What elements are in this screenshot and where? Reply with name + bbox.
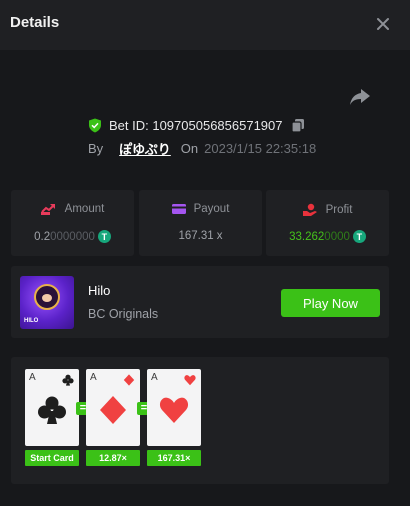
card-multiplier-chip: 167.31×: [147, 450, 201, 466]
thumbnail-logo-text: HILO: [24, 318, 39, 324]
card-rank: A: [29, 372, 36, 383]
profit-hand-icon: [302, 203, 317, 216]
copy-icon[interactable]: [290, 118, 305, 133]
bet-date: 2023/1/15 22:35:18: [204, 140, 317, 156]
verified-shield-icon: [89, 118, 101, 132]
close-icon[interactable]: [370, 11, 396, 37]
amount-value-trailing-zeros: 0000000: [50, 230, 95, 243]
share-icon[interactable]: [349, 87, 371, 107]
by-label: By: [88, 140, 104, 156]
amount-icon: [40, 204, 55, 215]
profit-stat: Profit 33.262 0000 T: [266, 190, 389, 256]
bet-id-line: Bet ID: 109705056856571907: [88, 116, 305, 134]
diamond-icon: [100, 396, 126, 424]
card-column: A 12.87×: [86, 369, 140, 466]
game-name: Hilo: [88, 283, 111, 298]
cards-panel: A Start Card = A 12.87× = A 167.31×: [11, 357, 389, 484]
bet-by-line: By ぽゆぷり On 2023/1/15 22:35:18: [88, 139, 316, 157]
amount-label: Amount: [64, 203, 105, 215]
tether-coin-icon: T: [352, 230, 366, 243]
tether-coin-icon: T: [97, 230, 111, 243]
amount-stat: Amount 0.2 0000000 T: [11, 190, 134, 256]
wallet-icon: [171, 204, 186, 214]
play-now-button[interactable]: Play Now: [281, 289, 380, 317]
profit-value-trailing-zeros: 0000: [324, 230, 350, 243]
playing-card: A: [147, 369, 201, 446]
card-column: A Start Card: [25, 369, 79, 466]
profit-value: 33.262: [289, 230, 325, 243]
user-link[interactable]: ぽゆぷり: [119, 139, 171, 158]
game-thumbnail[interactable]: HILO: [20, 276, 74, 329]
playing-card: A: [86, 369, 140, 446]
club-icon: [62, 374, 74, 386]
club-icon: [38, 396, 66, 424]
bet-id: Bet ID: 109705056856571907: [109, 117, 283, 133]
payout-stat: Payout 167.31 x: [139, 190, 262, 256]
card-rank: A: [151, 372, 158, 383]
mascot-face-icon: [34, 284, 60, 310]
page-title: Details: [10, 14, 60, 31]
card-multiplier-chip: Start Card: [25, 450, 79, 466]
diamond-icon: [123, 374, 135, 386]
game-panel: HILO Hilo BC Originals Play Now: [11, 266, 389, 338]
heart-icon: [159, 397, 189, 423]
payout-label: Payout: [193, 203, 230, 215]
playing-card: A: [25, 369, 79, 446]
game-provider: BC Originals: [88, 307, 159, 321]
payout-value: 167.31 x: [178, 230, 223, 242]
profit-label: Profit: [325, 203, 353, 216]
amount-value: 0.2: [34, 230, 51, 243]
on-label: On: [180, 140, 199, 156]
heart-icon: [184, 375, 196, 386]
card-rank: A: [90, 372, 97, 383]
header-bar: Details: [0, 0, 410, 50]
card-column: A 167.31×: [147, 369, 201, 466]
card-multiplier-chip: 12.87×: [86, 450, 140, 466]
